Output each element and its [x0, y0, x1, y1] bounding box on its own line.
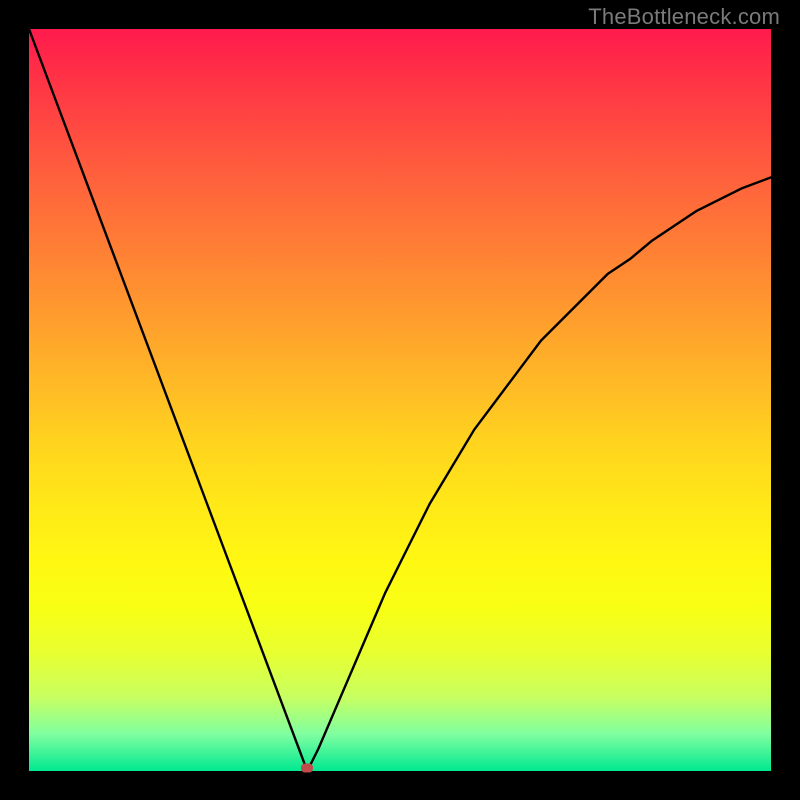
curve-svg: [29, 29, 771, 771]
chart-frame: TheBottleneck.com: [0, 0, 800, 800]
bottleneck-curve: [29, 29, 771, 771]
plot-area: [29, 29, 771, 771]
watermark-text: TheBottleneck.com: [588, 4, 780, 30]
minimum-marker: [301, 764, 313, 773]
